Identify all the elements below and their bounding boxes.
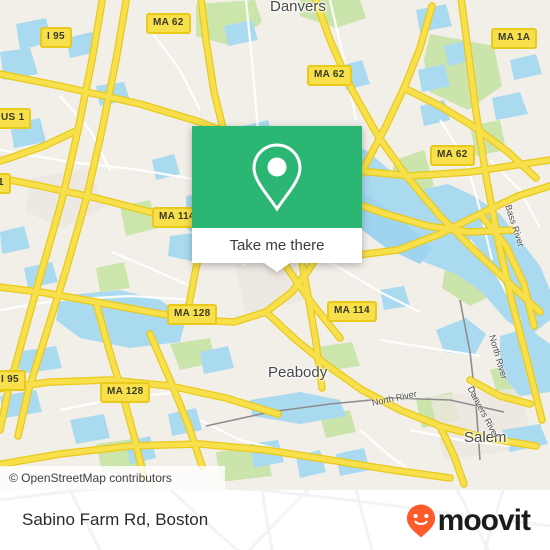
take-me-there-label: Take me there [229,237,325,254]
moovit-map-share-card: Danvers Peabody Salem Bass River Danvers… [0,0,550,550]
route-shield-us1[interactable]: US 1 [0,108,32,129]
attribution-text: © OpenStreetMap contributors [9,471,172,485]
route-shield-route1[interactable]: 1 [0,173,11,194]
route-shield-ma114-east[interactable]: MA 114 [327,301,377,322]
route-shield-ma128-mid[interactable]: MA 128 [167,304,218,325]
page-title: Sabino Farm Rd, Boston [22,510,209,529]
map-attribution[interactable]: © OpenStreetMap contributors [0,466,225,490]
route-shield-ma62-east[interactable]: MA 62 [430,145,475,166]
map-pin-icon [252,143,302,212]
route-shield-i95-north[interactable]: I 95 [40,27,72,48]
route-shield-ma62-mid[interactable]: MA 62 [307,65,352,86]
route-shield-ma128-south[interactable]: MA 128 [100,382,151,403]
route-shield-ma62-north[interactable]: MA 62 [146,13,191,34]
destination-popup[interactable]: Take me there [192,126,362,272]
map-canvas[interactable]: Danvers Peabody Salem Bass River Danvers… [0,0,550,490]
moovit-logo[interactable]: moovit [406,504,531,538]
moovit-wordmark: moovit [437,504,531,537]
route-shield-ma1a[interactable]: MA 1A [491,28,538,49]
footer-bar: Sabino Farm Rd, Boston moovit [0,490,550,550]
take-me-there-button[interactable]: Take me there [192,228,362,263]
moovit-pin-smiley-icon [406,504,435,538]
popup-pin-area [192,126,362,228]
popup-tail [264,263,290,272]
route-shield-i95-south[interactable]: I 95 [0,370,26,391]
